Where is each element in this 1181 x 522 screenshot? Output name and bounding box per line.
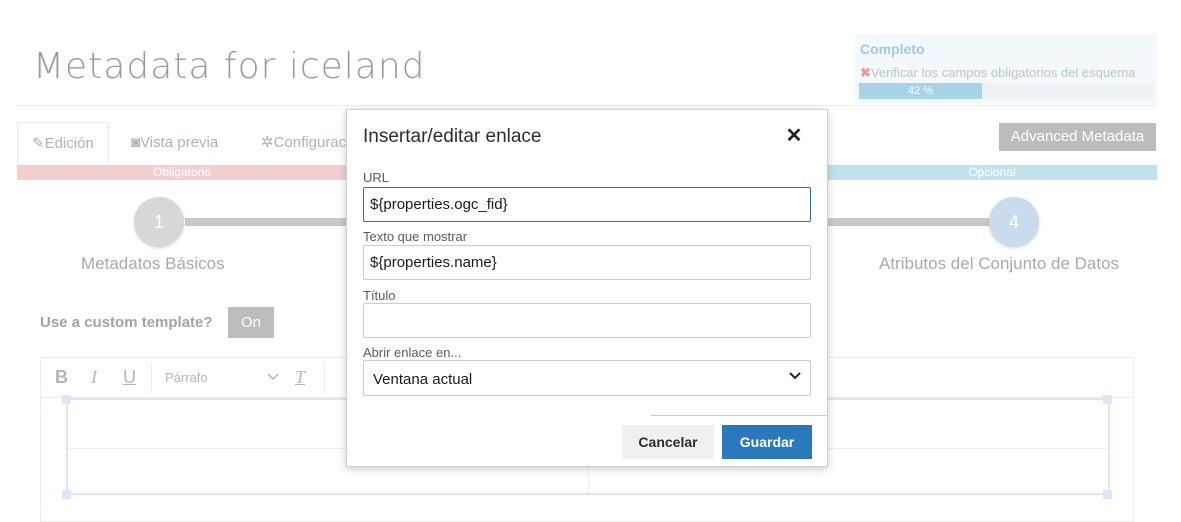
- pencil-icon: ✎: [32, 135, 45, 152]
- open-link-in-label: Abrir enlace en...: [363, 345, 462, 360]
- status-error[interactable]: ✖Verificar los campos obligatorios del e…: [860, 65, 1135, 81]
- tab-vista-previa[interactable]: ◙Vista previa: [117, 122, 232, 164]
- custom-template-toggle[interactable]: On: [228, 307, 274, 338]
- chevron-down-icon: [789, 372, 801, 380]
- step-1-label: Metadatos Básicos: [81, 254, 225, 273]
- resize-handle[interactable]: [1103, 490, 1112, 499]
- gear-icon: ✲: [261, 134, 274, 151]
- dialog-title: Insertar/editar enlace: [363, 126, 542, 147]
- clear-format-icon[interactable]: T: [295, 367, 305, 388]
- tab-label: Vista previa: [140, 134, 219, 151]
- cancel-button[interactable]: Cancelar: [622, 425, 714, 459]
- page-title: Metadata for iceland: [33, 46, 426, 87]
- status-error-text: Verificar los campos obligatorios del es…: [870, 65, 1136, 80]
- tab-label: Edición: [44, 135, 94, 152]
- bold-icon[interactable]: B: [55, 367, 68, 388]
- resize-handle[interactable]: [1103, 395, 1112, 404]
- underline-icon[interactable]: U: [123, 367, 136, 388]
- toolbar-separator: [151, 363, 152, 393]
- error-x-icon: ✖: [860, 65, 871, 80]
- progress-text: 42 %: [907, 85, 934, 97]
- display-text-input[interactable]: [363, 245, 811, 280]
- step-4-circle[interactable]: 4: [989, 197, 1039, 247]
- progress-bar: 42 %: [859, 83, 1153, 99]
- format-select[interactable]: Párrafo: [165, 370, 208, 385]
- status-title: Completo: [860, 41, 925, 57]
- step-connector: [826, 218, 992, 226]
- toolbar-separator: [324, 363, 325, 393]
- resize-handle[interactable]: [62, 395, 71, 404]
- tab-edicion[interactable]: ✎Edición: [17, 122, 109, 164]
- camera-icon: ◙: [131, 134, 141, 151]
- close-icon[interactable]: ✕: [783, 124, 805, 148]
- title-input[interactable]: [363, 303, 811, 338]
- progress-fill: 42 %: [859, 83, 982, 99]
- italic-icon[interactable]: I: [91, 367, 97, 388]
- optional-band: Opcional: [827, 165, 1157, 180]
- insert-link-dialog: Insertar/editar enlace ✕ URL Texto que m…: [346, 109, 828, 467]
- advanced-metadata-button[interactable]: Advanced Metadata: [999, 123, 1156, 151]
- required-band: Obligatorio: [17, 165, 347, 180]
- chevron-down-icon[interactable]: [267, 373, 279, 381]
- custom-template-label: Use a custom template?: [40, 314, 213, 331]
- url-input[interactable]: [363, 187, 811, 222]
- page: Metadata for iceland Completo ✖Verificar…: [0, 0, 1181, 522]
- resize-handle[interactable]: [62, 490, 71, 499]
- save-button[interactable]: Guardar: [722, 425, 812, 459]
- title-label: Título: [363, 288, 396, 303]
- step-4-label: Atributos del Conjunto de Datos: [879, 254, 1120, 273]
- tab-label: Configurac: [273, 134, 347, 151]
- tab-configuracion[interactable]: ✲Configurac: [247, 122, 360, 164]
- validation-status-panel: Completo ✖Verificar los campos obligator…: [855, 34, 1157, 104]
- display-text-label: Texto que mostrar: [363, 229, 468, 244]
- url-label: URL: [363, 170, 390, 185]
- step-connector: [185, 218, 350, 226]
- footer-divider: [651, 415, 827, 416]
- step-1-circle[interactable]: 1: [134, 197, 184, 247]
- title-divider: [17, 105, 1157, 106]
- open-link-in-value: Ventana actual: [373, 371, 473, 388]
- open-link-in-select[interactable]: Ventana actual: [363, 360, 811, 396]
